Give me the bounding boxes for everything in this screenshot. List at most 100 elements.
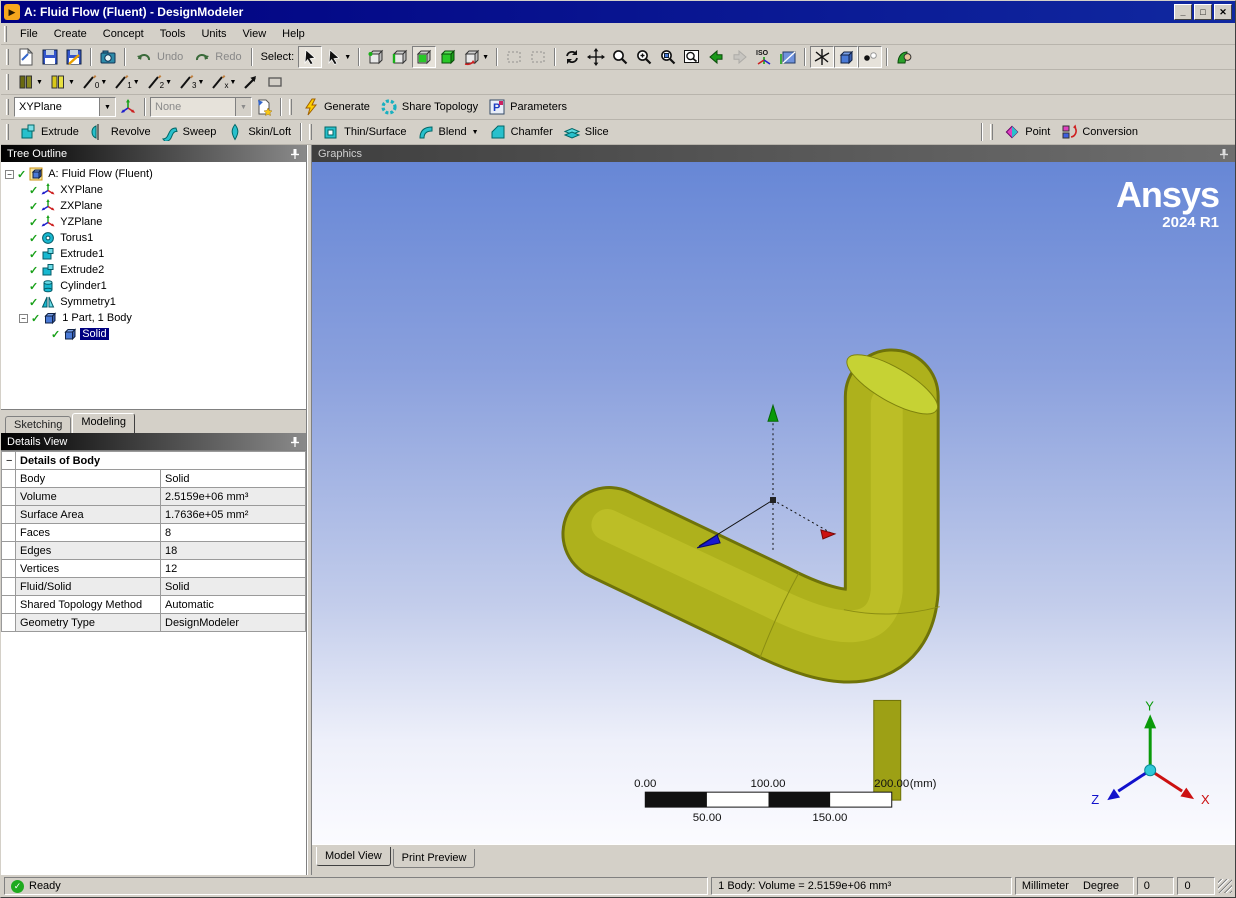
pin-icon[interactable] bbox=[290, 148, 300, 160]
pin-icon[interactable] bbox=[290, 436, 300, 448]
tab-modeling[interactable]: Modeling bbox=[72, 413, 135, 433]
sweep-button[interactable]: Sweep bbox=[156, 121, 222, 143]
look-at-plane-icon[interactable] bbox=[776, 46, 800, 68]
next-view-icon[interactable] bbox=[728, 46, 752, 68]
tab-print-preview[interactable]: Print Preview bbox=[393, 849, 476, 868]
box-zoom-icon[interactable] bbox=[680, 46, 704, 68]
body-filter-icon[interactable] bbox=[436, 46, 460, 68]
edge-direction-icon[interactable] bbox=[239, 71, 263, 93]
plane-selector[interactable]: XYPlane ▼ bbox=[14, 97, 116, 117]
display-edges-icon[interactable] bbox=[810, 46, 834, 68]
tree-row-root[interactable]: − ✓ A: Fluid Flow (Fluent) bbox=[5, 166, 306, 182]
revolve-button[interactable]: Revolve bbox=[84, 121, 156, 143]
edges-by-connection-1-icon[interactable]: 1▼ bbox=[110, 71, 142, 93]
detail-value[interactable]: 18 bbox=[161, 542, 306, 560]
detail-value[interactable]: DesignModeler bbox=[161, 614, 306, 632]
parameters-button[interactable]: Parameters bbox=[483, 96, 572, 118]
tab-sketching[interactable]: Sketching bbox=[5, 416, 71, 433]
shaded-exterior-icon[interactable] bbox=[834, 46, 858, 68]
detail-value[interactable]: 12 bbox=[161, 560, 306, 578]
tree-row-extrude2[interactable]: ✓Extrude2 bbox=[5, 262, 306, 278]
detail-value[interactable]: 2.5159e+06 mm³ bbox=[161, 488, 306, 506]
image-capture-icon[interactable] bbox=[96, 46, 120, 68]
menu-create[interactable]: Create bbox=[46, 25, 95, 43]
detail-value[interactable]: Solid bbox=[161, 578, 306, 596]
edge-filter-icon[interactable] bbox=[388, 46, 412, 68]
conversion-button[interactable]: Conversion bbox=[1055, 121, 1143, 143]
extend-to-adjacent-icon[interactable] bbox=[502, 46, 526, 68]
redo-button[interactable]: Redo bbox=[188, 46, 246, 68]
slice-button[interactable]: Slice bbox=[558, 121, 614, 143]
previous-view-icon[interactable] bbox=[704, 46, 728, 68]
frozen-body-transparency-icon[interactable] bbox=[263, 71, 287, 93]
menu-file[interactable]: File bbox=[12, 25, 46, 43]
new-sketch-icon[interactable] bbox=[252, 96, 276, 118]
detail-value[interactable]: 8 bbox=[161, 524, 306, 542]
extend-selection-icon[interactable]: ▼ bbox=[460, 46, 492, 68]
tree-row-symmetry1[interactable]: ✓Symmetry1 bbox=[5, 294, 306, 310]
extrude-button[interactable]: Extrude bbox=[14, 121, 84, 143]
blend-button[interactable]: Blend▼ bbox=[412, 121, 484, 143]
tree-row-extrude1[interactable]: ✓Extrude1 bbox=[5, 246, 306, 262]
tree-row-yzplane[interactable]: ✓YZPlane bbox=[5, 214, 306, 230]
chamfer-button[interactable]: Chamfer bbox=[484, 121, 558, 143]
isometric-view-icon[interactable] bbox=[752, 46, 776, 68]
menu-view[interactable]: View bbox=[235, 25, 275, 43]
collapse-icon[interactable]: − bbox=[2, 452, 16, 470]
zoom-in-icon[interactable] bbox=[632, 46, 656, 68]
face-filter-icon[interactable] bbox=[412, 46, 436, 68]
skin-loft-button[interactable]: Skin/Loft bbox=[221, 121, 296, 143]
edges-by-connection-0-icon[interactable]: 0▼ bbox=[78, 71, 110, 93]
menu-help[interactable]: Help bbox=[274, 25, 313, 43]
select-mode-icon[interactable] bbox=[298, 46, 322, 68]
extend-to-limits-icon[interactable] bbox=[526, 46, 550, 68]
sketch-selector-dropdown-icon[interactable]: ▼ bbox=[235, 98, 251, 116]
point-button[interactable]: Point bbox=[998, 121, 1055, 143]
tree-row-cylinder1[interactable]: ✓Cylinder1 bbox=[5, 278, 306, 294]
zoom-to-fit-icon[interactable] bbox=[656, 46, 680, 68]
detail-value[interactable]: Automatic bbox=[161, 596, 306, 614]
maximize-button[interactable]: □ bbox=[1194, 4, 1212, 20]
menu-units[interactable]: Units bbox=[193, 25, 234, 43]
sketch-selector[interactable]: None ▼ bbox=[150, 97, 252, 117]
zoom-icon[interactable] bbox=[608, 46, 632, 68]
display-plane-icon[interactable] bbox=[892, 46, 916, 68]
tree-row-zxplane[interactable]: ✓ZXPlane bbox=[5, 198, 306, 214]
pan-icon[interactable] bbox=[584, 46, 608, 68]
share-topology-button[interactable]: Share Topology bbox=[375, 96, 483, 118]
detail-value[interactable]: 1.7636e+05 mm² bbox=[161, 506, 306, 524]
tab-model-view[interactable]: Model View bbox=[316, 847, 391, 866]
minimize-button[interactable]: _ bbox=[1174, 4, 1192, 20]
plane-axes-icon[interactable] bbox=[116, 96, 140, 118]
tree-row-solid[interactable]: ✓ Solid bbox=[5, 326, 306, 342]
menu-concept[interactable]: Concept bbox=[95, 25, 152, 43]
save-as-icon[interactable] bbox=[62, 46, 86, 68]
orientation-triad[interactable]: Y X Z bbox=[1091, 698, 1210, 807]
tree-row-torus1[interactable]: ✓Torus1 bbox=[5, 230, 306, 246]
select-mode-dropdown-icon[interactable]: ▼ bbox=[322, 46, 354, 68]
edge-coloring-icon[interactable]: ▼ bbox=[46, 71, 78, 93]
detail-value[interactable]: Solid bbox=[161, 470, 306, 488]
collapse-icon[interactable]: − bbox=[5, 170, 14, 179]
plane-selector-dropdown-icon[interactable]: ▼ bbox=[99, 98, 115, 116]
tree-row-xyplane[interactable]: ✓XYPlane bbox=[5, 182, 306, 198]
new-document-icon[interactable] bbox=[14, 46, 38, 68]
save-icon[interactable] bbox=[38, 46, 62, 68]
edges-by-connection-3-icon[interactable]: 3▼ bbox=[175, 71, 207, 93]
display-vertices-icon[interactable] bbox=[858, 46, 882, 68]
edges-by-connection-x-icon[interactable]: x▼ bbox=[207, 71, 239, 93]
menu-tools[interactable]: Tools bbox=[152, 25, 194, 43]
close-button[interactable]: ✕ bbox=[1214, 4, 1232, 20]
face-coloring-icon[interactable]: ▼ bbox=[14, 71, 46, 93]
undo-button[interactable]: Undo bbox=[130, 46, 188, 68]
edges-by-connection-2-icon[interactable]: 2▼ bbox=[143, 71, 175, 93]
generate-button[interactable]: Generate bbox=[297, 96, 375, 118]
pin-icon[interactable] bbox=[1219, 148, 1229, 160]
tree-row-part[interactable]: − ✓ 1 Part, 1 Body bbox=[5, 310, 306, 326]
resize-grip[interactable] bbox=[1218, 879, 1232, 893]
rotate-icon[interactable] bbox=[560, 46, 584, 68]
vertex-filter-icon[interactable] bbox=[364, 46, 388, 68]
3d-viewport[interactable]: 0.00 100.00 200.00 (mm) 50.00 150.00 Y bbox=[312, 162, 1235, 844]
collapse-icon[interactable]: − bbox=[19, 314, 28, 323]
thin-surface-button[interactable]: Thin/Surface bbox=[317, 121, 411, 143]
